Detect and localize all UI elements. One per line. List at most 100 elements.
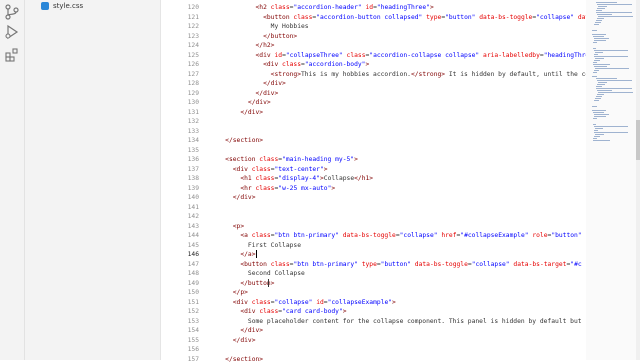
code-token: class: [252, 299, 271, 306]
code-token: This is my hobbies accordion.: [301, 71, 411, 78]
line-number: 140: [161, 193, 199, 203]
code-line[interactable]: 142: [161, 212, 586, 222]
code-token: >: [354, 156, 358, 163]
code-text: </div>: [210, 108, 263, 118]
code-line[interactable]: 146 </a>: [161, 250, 586, 260]
code-token: class: [256, 175, 275, 182]
code-line[interactable]: 124 </h2>: [161, 41, 586, 51]
line-number: 146: [161, 250, 199, 260]
line-number: 151: [161, 298, 199, 308]
code-line[interactable]: 151 <div class="collapse" id="collapseEx…: [161, 298, 586, 308]
code-token: type: [358, 261, 377, 268]
code-token: >: [430, 4, 434, 11]
code-line[interactable]: 136 <section class="main-heading my-5">: [161, 155, 586, 165]
minimap-line: [595, 128, 603, 129]
extensions-icon[interactable]: [4, 47, 20, 63]
code-token: class: [256, 185, 275, 192]
code-token: </section>: [225, 137, 263, 144]
code-text: <section class="main-heading my-5">: [210, 155, 358, 165]
code-line[interactable]: 152 <div class="card card-body">: [161, 307, 586, 317]
code-line[interactable]: 138 <h1 class="display-4">Collapse</h1>: [161, 174, 586, 184]
minimap-line: [594, 114, 609, 115]
code-line[interactable]: 133: [161, 127, 586, 137]
minimap-line: [594, 136, 600, 137]
code-line[interactable]: 155 </div>: [161, 336, 586, 346]
code-token: class: [252, 166, 271, 173]
line-number: 141: [161, 203, 199, 213]
code-token: </h1>: [354, 175, 373, 182]
code-token: My Hobbies: [271, 23, 309, 30]
code-line[interactable]: 144 <a class="btn btn-primary" data-bs-t…: [161, 231, 586, 241]
code-line[interactable]: 145 First Collapse: [161, 241, 586, 251]
activity-bar: [0, 0, 25, 360]
code-line[interactable]: 147 <button class="btn btn-primary" type…: [161, 260, 586, 270]
code-line[interactable]: 126 <div class="accordion-body">: [161, 60, 586, 70]
vertical-scrollbar[interactable]: [636, 0, 640, 360]
code-line[interactable]: 156: [161, 345, 586, 355]
minimap-line: [594, 56, 628, 57]
code-token: </div>: [256, 90, 279, 97]
code-line[interactable]: 150 </p>: [161, 288, 586, 298]
line-number: 128: [161, 79, 199, 89]
minimap-line: [597, 84, 605, 85]
line-number: 150: [161, 288, 199, 298]
source-control-icon[interactable]: [4, 4, 20, 20]
code-line[interactable]: 120 <h2 class="accordion-header" id="hea…: [161, 3, 586, 13]
minimap-line: [595, 52, 603, 53]
code-token: data-bs-target: [510, 261, 567, 268]
code-line[interactable]: 121 <button class="accordion-button coll…: [161, 13, 586, 23]
code-line[interactable]: 148 Second Collapse: [161, 269, 586, 279]
code-line[interactable]: 154 </div>: [161, 326, 586, 336]
code-line[interactable]: 134 </section>: [161, 136, 586, 146]
scroll-thumb[interactable]: [636, 120, 640, 160]
code-text: Second Collapse: [210, 269, 305, 279]
minimap-line: [593, 62, 597, 63]
code-line[interactable]: 125 <div id="collapseThree" class="accor…: [161, 51, 586, 61]
code-line[interactable]: 122 My Hobbies: [161, 22, 586, 32]
code-token: class: [271, 261, 290, 268]
code-line[interactable]: 132: [161, 117, 586, 127]
line-number: 126: [161, 60, 199, 70]
code-line[interactable]: 140 </div>: [161, 193, 586, 203]
code-token: id: [274, 52, 282, 59]
line-number: 139: [161, 184, 199, 194]
code-token: >: [324, 166, 328, 173]
code-token: class: [271, 4, 290, 11]
code-token: "headingThree": [377, 4, 430, 11]
line-number: 124: [161, 41, 199, 51]
code-line[interactable]: 131 </div>: [161, 108, 586, 118]
minimap[interactable]: [586, 0, 636, 360]
code-line[interactable]: 123 </button>: [161, 32, 586, 42]
line-number: 135: [161, 146, 199, 156]
code-line[interactable]: 128 </div>: [161, 79, 586, 89]
code-token: Collapse: [324, 175, 354, 182]
code-line[interactable]: 129 </div>: [161, 89, 586, 99]
code-token: </strong>: [411, 71, 445, 78]
code-text: <button class="accordion-button collapse…: [210, 13, 593, 23]
code-text: <h1 class="display-4">Collapse</h1>: [210, 174, 373, 184]
code-text: <div class="card card-body">: [210, 307, 347, 317]
minimap-line: [594, 132, 628, 133]
code-text: </p>: [210, 288, 248, 298]
code-token: href: [438, 232, 457, 239]
code-text: </button>: [210, 32, 297, 42]
code-token: "text-center": [274, 166, 323, 173]
code-line[interactable]: 135: [161, 146, 586, 156]
run-debug-icon[interactable]: [4, 24, 20, 40]
file-item-style-css[interactable]: style.css: [25, 0, 160, 12]
code-token: <div: [240, 308, 259, 315]
code-line[interactable]: 157 </section>: [161, 355, 586, 364]
code-line[interactable]: 137 <div class="text-center">: [161, 165, 586, 175]
code-line[interactable]: 149 </button>: [161, 279, 586, 289]
minimap-line: [597, 80, 632, 81]
code-line[interactable]: 143 <p>: [161, 222, 586, 232]
code-editor[interactable]: 120 <h2 class="accordion-header" id="hea…: [161, 0, 586, 360]
code-line[interactable]: 130 </div>: [161, 98, 586, 108]
code-line[interactable]: 139 <hr class="w-25 mx-auto">: [161, 184, 586, 194]
code-line[interactable]: 153 Some placeholder content for the col…: [161, 317, 586, 327]
code-line[interactable]: 141: [161, 203, 586, 213]
code-token: It is hidden by default, until the co: [445, 71, 589, 78]
code-line[interactable]: 127 <strong>This is my hobbies accordion…: [161, 70, 586, 80]
code-token: "collapse": [536, 14, 574, 21]
code-token: "accordion-collapse collapse": [369, 52, 479, 59]
